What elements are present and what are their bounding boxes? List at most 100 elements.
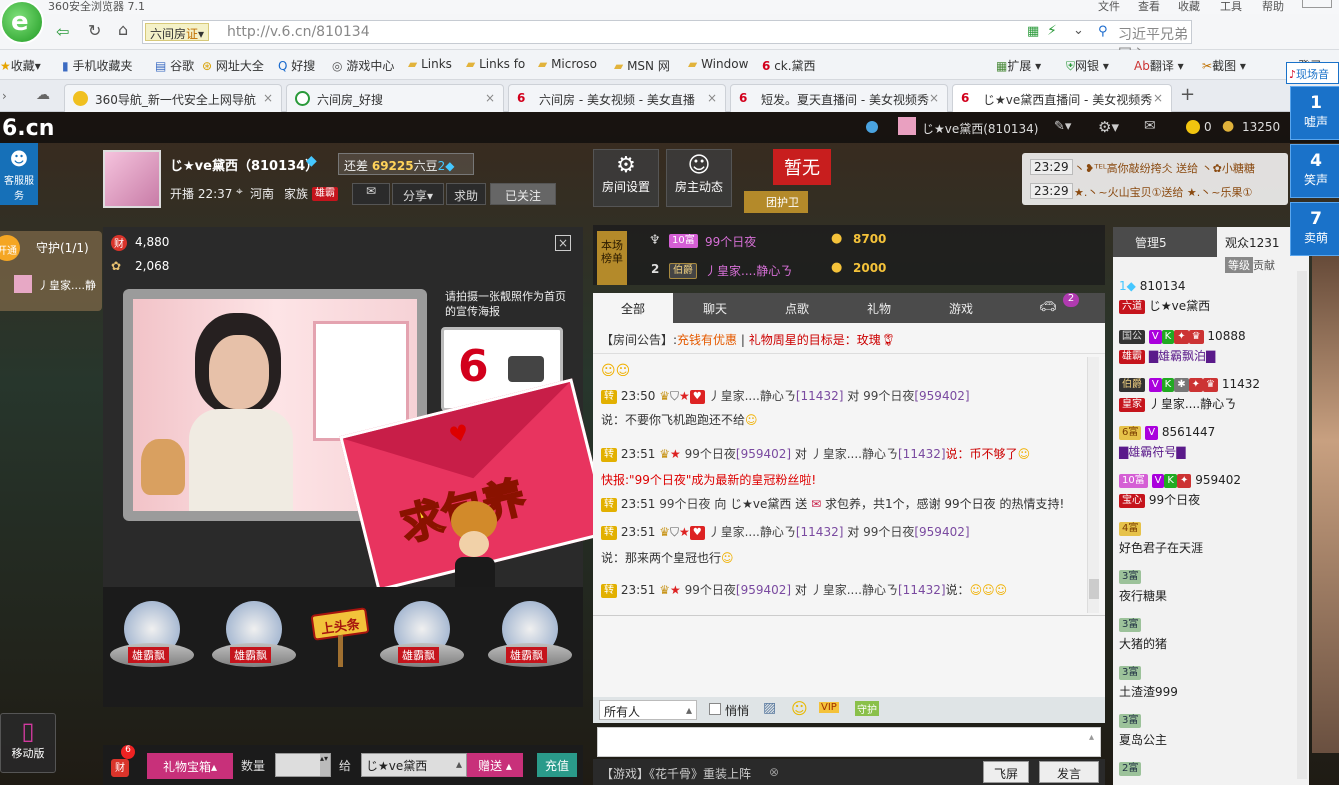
user-item-name[interactable]: 宝心 99个日夜 <box>1119 491 1200 508</box>
user-item-name[interactable]: 六道 じ★ve黛西 <box>1119 297 1210 314</box>
search-icon[interactable]: ⚲ <box>1098 24 1108 39</box>
seat-slot[interactable]: 暂无 <box>773 149 831 185</box>
emoji-icon[interactable]: ☺ <box>791 699 808 718</box>
host-dynamics-button[interactable]: ☺ 房主动态 <box>666 149 732 207</box>
translate-button[interactable]: Ab翻译 ▾ <box>1134 57 1184 74</box>
close-icon[interactable]: × <box>485 91 495 105</box>
logged-user[interactable]: じ★ve黛西(810134) <box>922 120 1038 137</box>
tab-360nav[interactable]: 360导航_新一代安全上网导航 × <box>64 84 282 112</box>
mobile-version-button[interactable]: ▯ 移动版 <box>0 713 56 773</box>
site-logo[interactable]: 6.cn <box>2 116 54 141</box>
fav-item[interactable]: ▰ MSN 网 <box>614 57 670 74</box>
screenshot-button[interactable]: ✂截图 ▾ <box>1202 57 1246 74</box>
chat-scrollbar[interactable] <box>1087 357 1099 613</box>
host-name[interactable]: じ★ve黛西（810134） <box>170 155 318 174</box>
fav-item[interactable]: ▰ Window <box>688 57 748 71</box>
close-icon[interactable]: × <box>555 235 571 251</box>
fav-item[interactable]: ▮ 手机收藏夹 <box>62 57 132 74</box>
host-avatar[interactable] <box>103 150 161 208</box>
user-item-name[interactable]: ▇雄霸符号▇ <box>1119 443 1185 460</box>
edit-icon[interactable]: ✎▾ <box>1054 119 1071 134</box>
fav-item[interactable]: ▰ Microso <box>538 57 597 71</box>
fav-item[interactable]: Q 好搜 <box>278 57 315 74</box>
tab-songs[interactable]: 点歌 <box>757 293 837 323</box>
menu-file[interactable]: 文件 <box>1098 0 1120 14</box>
close-icon[interactable]: × <box>1153 91 1163 105</box>
recipient-select[interactable]: 所有人 ▴ <box>599 700 697 720</box>
quantity-input[interactable]: ▴▾ <box>275 753 331 777</box>
vip-emoji-button[interactable]: VIP <box>819 702 839 713</box>
new-tab-button[interactable]: + <box>1180 84 1195 105</box>
user-item-name[interactable]: 土渣渣999 <box>1119 683 1178 700</box>
rank-name[interactable]: 丿皇家....静心ㄋ <box>705 262 792 279</box>
close-icon[interactable]: × <box>263 91 273 105</box>
close-icon[interactable]: ⊗ <box>769 765 779 779</box>
gear-icon[interactable]: ⚙▾ <box>1098 118 1119 136</box>
tab-all[interactable]: 全部 <box>593 293 673 323</box>
tab-short-hair[interactable]: 6 短发。夏天直播间 - 美女视频秀 × <box>730 84 948 112</box>
home-icon[interactable]: ⌂ <box>118 20 128 39</box>
boo-sound-button[interactable]: 1 嘘声 <box>1290 86 1339 140</box>
fav-item[interactable]: ★收藏▾ <box>0 57 41 74</box>
whisper-checkbox[interactable] <box>709 703 721 715</box>
share-button[interactable]: 分享▾ <box>392 183 444 205</box>
gift-box-button[interactable]: 礼物宝箱▴ <box>147 753 233 779</box>
wealth-icon[interactable]: 财 <box>111 759 129 777</box>
tab-admins[interactable]: 管理5 <box>1135 234 1167 251</box>
user-item-name[interactable]: 夜行糖果 <box>1119 587 1167 604</box>
tab-scroll-icon[interactable]: › <box>2 89 7 103</box>
url-text[interactable]: http://v.6.cn/810134 <box>227 24 370 40</box>
send-gift-button[interactable]: 赠送 ▴ <box>467 753 523 777</box>
user-item[interactable]: 4富 <box>1119 521 1142 536</box>
rank-name[interactable]: 99个日夜 <box>705 233 756 250</box>
mic-slot[interactable]: 雄霸飘 <box>212 601 296 677</box>
site-identity[interactable]: 六间房证▾ <box>145 23 210 41</box>
user-item-name[interactable]: 雄霸 ▇雄霸飘泊▇ <box>1119 347 1215 364</box>
user-item[interactable]: 2富 <box>1119 761 1142 776</box>
speed-icon[interactable]: ⚡ <box>1047 23 1057 39</box>
fly-screen-button[interactable]: 飞屏 <box>983 761 1029 783</box>
mic-slot[interactable]: 雄霸飘 <box>110 601 194 677</box>
user-item[interactable]: 3富 <box>1119 665 1142 680</box>
mic-slot[interactable]: 雄霸飘 <box>488 601 572 677</box>
guard-member[interactable]: 丿皇家....静 <box>38 277 96 293</box>
user-item[interactable]: 3富 <box>1119 569 1142 584</box>
tab-gifts[interactable]: 礼物 <box>839 293 919 323</box>
tab-games[interactable]: 游戏 <box>921 293 1001 323</box>
chat-input[interactable]: ▴ <box>597 727 1101 757</box>
fav-item[interactable]: ◎ 游戏中心 <box>332 57 394 74</box>
followed-button[interactable]: 已关注 <box>490 183 556 205</box>
close-icon[interactable]: × <box>707 91 717 105</box>
back-icon[interactable]: ⇦ <box>56 22 69 41</box>
room-settings-button[interactable]: ⚙ 房间设置 <box>593 149 659 207</box>
fav-item[interactable]: ▰ Links <box>408 57 452 71</box>
menu-favorites[interactable]: 收藏 <box>1178 0 1200 14</box>
sort-by-level[interactable]: 等级 <box>1225 257 1253 273</box>
fav-item[interactable]: 6 ck.黛西 <box>762 57 816 74</box>
user-item[interactable]: 1◆ 810134 <box>1119 279 1186 293</box>
guard-emoji-button[interactable]: 守护 <box>855 701 879 716</box>
bank-button[interactable]: ⛨网银 ▾ <box>1066 57 1109 74</box>
headline-sign[interactable]: 上头条 <box>310 607 370 667</box>
user-list-scrollbar[interactable] <box>1297 271 1307 779</box>
customer-service-button[interactable]: ☻ 客服服务 <box>0 143 38 205</box>
url-field[interactable]: 六间房证▾ http://v.6.cn/810134 ▦ ⚡ ⌄ ⚲ 习近平兄弟… <box>142 20 1192 63</box>
cute-sound-button[interactable]: 7 卖萌 <box>1290 202 1339 256</box>
close-icon[interactable]: × <box>929 91 939 105</box>
message-button[interactable]: ✉ <box>352 183 390 205</box>
refresh-icon[interactable]: ↻ <box>88 21 101 40</box>
help-button[interactable]: 求助 <box>446 183 486 205</box>
family-tag[interactable]: 雄霸 <box>312 187 338 201</box>
user-item[interactable]: 国公 V K ✦ ♛ 10888 <box>1119 329 1246 344</box>
mic-slot[interactable]: 雄霸飘 <box>380 601 464 677</box>
fav-item[interactable]: ▤ 谷歌 <box>155 57 194 74</box>
tab-current-room[interactable]: 6 じ★ve黛西直播间 - 美女视频秀 × <box>952 84 1172 112</box>
recipient-select[interactable]: じ★ve黛西 ▴ <box>361 753 467 777</box>
tab-haosou[interactable]: 六间房_好搜 × <box>286 84 504 112</box>
avatar[interactable] <box>898 117 916 135</box>
extensions-button[interactable]: ▦扩展 ▾ <box>996 57 1041 74</box>
user-item-name[interactable]: 好色君子在天涯 <box>1119 539 1203 556</box>
guard-badge[interactable]: 团护卫 <box>744 191 808 213</box>
chevron-up-icon[interactable]: ▴ <box>1089 732 1094 743</box>
tab-6cn-home[interactable]: 6 六间房 - 美女视频 - 美女直播 × <box>508 84 726 112</box>
